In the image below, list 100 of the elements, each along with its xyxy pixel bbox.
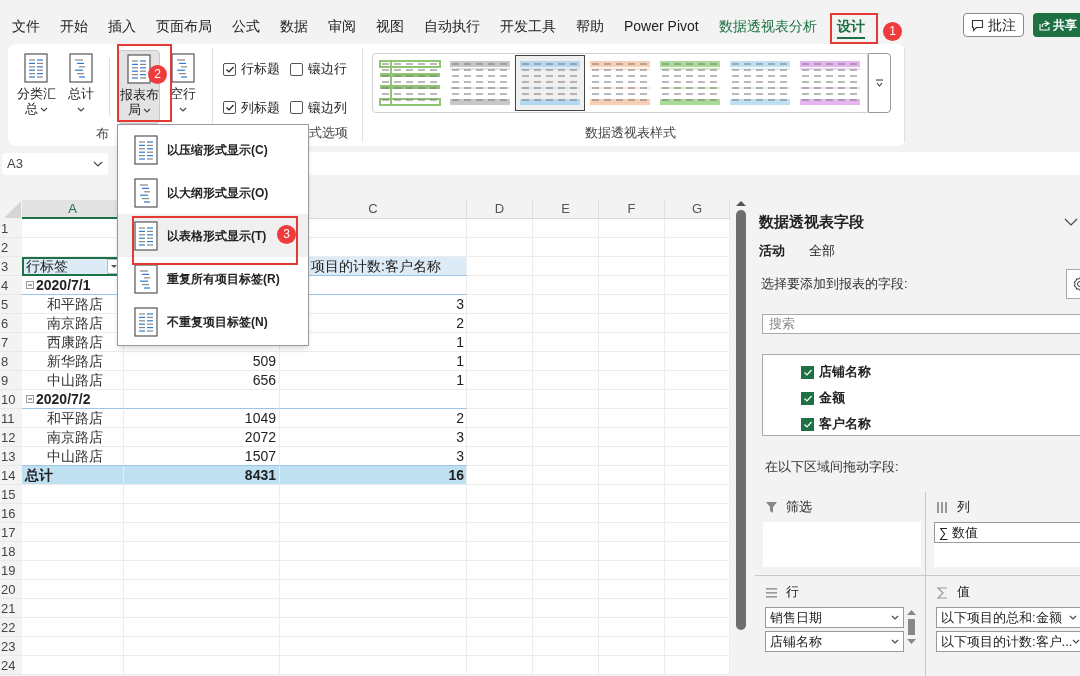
group-label: 数据透视表样式 — [585, 123, 676, 142]
checkbox-label: 行标题 — [241, 60, 280, 79]
menu-item[interactable]: 以大纲形式显示(O) — [118, 171, 308, 214]
table-cell: 总计 — [25, 467, 53, 483]
row-number[interactable]: 17 — [0, 523, 22, 542]
row-number[interactable]: 15 — [0, 485, 22, 504]
row-number[interactable]: 24 — [0, 656, 22, 675]
table-cell: 3 — [456, 296, 464, 312]
table-cell: 509 — [252, 353, 276, 369]
layout-option-button[interactable]: 总计 — [61, 50, 101, 124]
table-cell: 2020/7/1 — [36, 276, 91, 294]
table-cell: 1049 — [244, 410, 276, 426]
row-number[interactable]: 6 — [0, 314, 22, 333]
table-cell-text: 行标签 — [25, 257, 68, 276]
row-number[interactable]: 12 — [0, 428, 22, 447]
table-cell: 1 — [456, 372, 464, 388]
row-number[interactable]: 22 — [0, 618, 22, 637]
table-cell: 南京路店 — [47, 315, 103, 331]
row-number[interactable]: 10 — [0, 390, 22, 409]
row-number[interactable]: 16 — [0, 504, 22, 523]
table-cell: 南京路店 — [47, 429, 103, 445]
layout-option-button[interactable]: 分类汇总 — [13, 50, 59, 124]
ribbon-tab[interactable]: 开始 — [50, 15, 98, 39]
group-label: 布 — [95, 125, 109, 143]
area-field[interactable]: 以下项目的计数:客户... — [936, 631, 1080, 652]
ribbon-tab[interactable]: 页面布局 — [146, 15, 222, 39]
row-number[interactable]: 13 — [0, 447, 22, 466]
pane-title: 数据透视表字段 — [759, 211, 864, 232]
ribbon-tab[interactable]: 开发工具 — [490, 15, 566, 39]
column-header[interactable]: G — [665, 200, 730, 219]
table-cell: 3 — [456, 429, 464, 445]
pane-tab[interactable]: 活动 — [759, 241, 785, 263]
drag-prompt: 在以下区域间拖动字段: — [764, 458, 900, 475]
table-cell: 2072 — [244, 429, 276, 445]
ribbon-tab[interactable]: 自动执行 — [414, 15, 490, 39]
ribbon-tab[interactable]: 视图 — [366, 15, 414, 39]
ribbon-tab[interactable]: 数据 — [270, 15, 318, 39]
ribbon-tab[interactable]: 公式 — [222, 15, 270, 39]
area-field[interactable]: 销售日期 — [765, 607, 904, 628]
table-cell: 新华路店 — [47, 353, 103, 369]
row-number[interactable]: 5 — [0, 295, 22, 314]
row-number[interactable]: 18 — [0, 542, 22, 561]
area-field[interactable]: 以下项目的总和:金额 — [936, 607, 1080, 628]
table-cell: 16 — [448, 467, 464, 483]
row-number[interactable]: 2 — [0, 238, 22, 257]
table-cell: 1507 — [244, 448, 276, 464]
checkbox-label: 列标题 — [241, 98, 280, 117]
search-field[interactable]: 搜索 — [762, 314, 1080, 334]
checkbox-label: 镶边行 — [308, 60, 347, 79]
ribbon-tab[interactable]: Power Pivot — [614, 15, 709, 39]
ribbon-tab[interactable]: 插入 — [98, 15, 146, 39]
name-box[interactable]: A3 — [2, 152, 108, 175]
area-label: 筛选 — [786, 498, 812, 517]
row-number[interactable]: 7 — [0, 333, 22, 352]
area-label: 行 — [786, 583, 799, 602]
table-cell: 3 — [456, 448, 464, 464]
ribbon-tab[interactable]: 设计 — [826, 15, 875, 39]
row-number[interactable]: 19 — [0, 561, 22, 580]
table-cell: 中山路店 — [47, 372, 103, 388]
checkbox-label: 镶边列 — [308, 98, 347, 117]
table-cell: 西康路店 — [47, 334, 103, 350]
area-field[interactable]: 店铺名称 — [765, 631, 904, 652]
table-cell: 2 — [456, 315, 464, 331]
menu-item[interactable]: 重复所有项目标签(R) — [118, 257, 308, 300]
row-number[interactable]: 8 — [0, 352, 22, 371]
ribbon-tab[interactable]: 数据透视表分析 — [708, 15, 827, 39]
field-label: 店铺名称 — [819, 363, 871, 382]
area-field[interactable]: ∑ 数值 — [934, 522, 1080, 543]
column-header[interactable]: F — [599, 200, 665, 219]
field-label: 金额 — [819, 389, 845, 408]
share-button[interactable]: 共享 — [1033, 13, 1080, 37]
row-number[interactable]: 23 — [0, 637, 22, 656]
table-cell: 和平路店 — [47, 410, 103, 426]
prompt-text: 选择要添加到报表的字段: — [760, 275, 908, 294]
table-cell: 656 — [252, 372, 276, 388]
menu-item[interactable]: 不重复项目标签(N) — [118, 300, 308, 343]
row-number[interactable]: 21 — [0, 599, 22, 618]
ribbon-tab[interactable]: 文件 — [2, 15, 50, 39]
row-number[interactable]: 11 — [0, 409, 22, 428]
row-number[interactable]: 14 — [0, 466, 22, 485]
column-header[interactable]: E — [533, 200, 599, 219]
row-number[interactable]: 3 — [0, 257, 22, 276]
ribbon-tab[interactable]: 帮助 — [566, 15, 614, 39]
row-number[interactable]: 1 — [0, 219, 22, 238]
pane-tab[interactable]: 全部 — [809, 241, 835, 263]
row-number[interactable]: 4 — [0, 276, 22, 295]
table-cell: 8431 — [244, 467, 276, 483]
table-cell: 项目的计数:客户名称 — [311, 258, 441, 274]
comments-button[interactable]: 批注 — [963, 13, 1024, 37]
menu-item[interactable]: 以压缩形式显示(C) — [118, 128, 308, 171]
ribbon-tab[interactable]: 审阅 — [318, 15, 366, 39]
table-cell: 中山路店 — [47, 448, 103, 464]
table-cell: 1 — [456, 334, 464, 350]
column-header[interactable]: D — [467, 200, 533, 219]
step-badge: 1 — [883, 22, 902, 41]
table-cell: 2020/7/2 — [36, 390, 91, 408]
group-label: 式选项 — [309, 123, 348, 142]
table-cell: 1 — [456, 353, 464, 369]
row-number[interactable]: 9 — [0, 371, 22, 390]
row-number[interactable]: 20 — [0, 580, 22, 599]
